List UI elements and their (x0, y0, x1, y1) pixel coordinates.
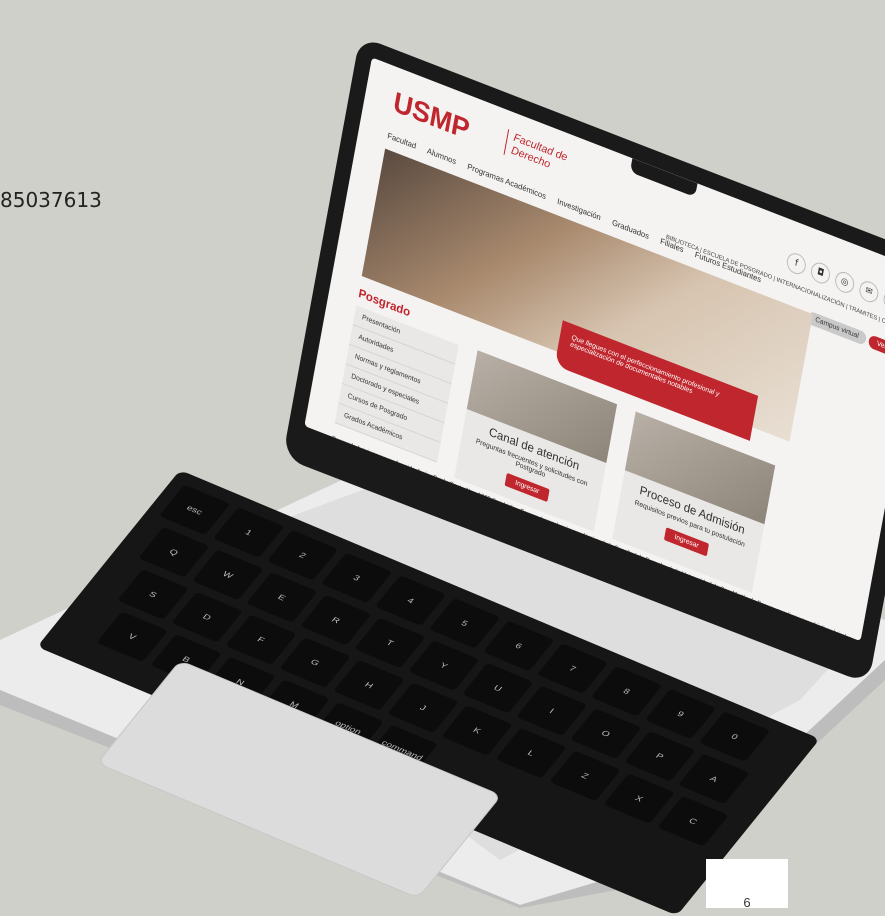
keyboard-key[interactable]: E (246, 572, 318, 623)
keyboard-key[interactable]: F (225, 614, 297, 666)
campus-virtual-button[interactable]: Campus virtual (806, 310, 868, 346)
keyboard-key[interactable]: 4 (375, 575, 447, 626)
keyboard-key[interactable]: U (462, 662, 534, 714)
keyboard-key[interactable]: D (171, 591, 243, 643)
keyboard-key[interactable]: 3 (321, 552, 393, 604)
instagram-icon[interactable]: ◎ (833, 269, 856, 296)
photo-scene: 85037613 esc 1 2 3 4 5 6 7 8 9 0 Q W E R T Y U I O P A S D F G H J K… (0, 0, 885, 916)
nav-item-alumnos[interactable]: Alumnos (426, 146, 457, 166)
keyboard-key[interactable]: 2 (267, 529, 339, 581)
keyboard-key[interactable]: I (516, 685, 588, 737)
keyboard-key[interactable]: 1 (213, 507, 285, 558)
keyboard-key[interactable]: 7 (537, 643, 609, 694)
keyboard-key[interactable]: 5 (429, 597, 501, 649)
keyboard-key[interactable]: 8 (591, 666, 663, 717)
keyboard-key[interactable]: O (570, 708, 642, 759)
keyboard-key[interactable]: S (117, 569, 189, 620)
keyboard-key[interactable]: T (354, 617, 426, 669)
keyboard-key[interactable]: K (441, 705, 513, 756)
keyboard-key[interactable]: 9 (645, 688, 717, 740)
keyboard-key[interactable]: C (657, 795, 729, 847)
keyboard-key[interactable]: L (495, 727, 567, 779)
keyboard-key[interactable]: J (387, 682, 459, 734)
keyboard-key[interactable]: P (624, 730, 696, 782)
page-number: 6 (706, 859, 788, 910)
nav-item-facultad[interactable]: Facultad (387, 131, 417, 151)
keyboard-key[interactable]: V (96, 611, 168, 662)
faculty-name: Facultad de Derecho (503, 129, 580, 183)
mail-icon[interactable]: ✉ (857, 278, 880, 306)
keyboard-key[interactable]: R (300, 594, 372, 646)
red-action-button[interactable]: Ver (868, 334, 885, 357)
facebook-icon[interactable]: f (785, 250, 808, 278)
keyboard-key[interactable]: H (333, 659, 405, 711)
keyboard-key[interactable]: W (192, 549, 264, 601)
keyboard-key[interactable]: Z (549, 750, 621, 802)
keyboard-key[interactable]: 0 (699, 711, 771, 762)
keyboard-key[interactable]: G (279, 637, 351, 688)
keyboard-key[interactable]: X (603, 773, 675, 824)
keyboard-key[interactable]: 6 (483, 620, 555, 672)
keyboard-key[interactable]: A (678, 753, 750, 805)
keyboard-key[interactable]: Y (408, 640, 480, 691)
camera-icon[interactable]: ◘ (809, 259, 832, 287)
side-menu: Presentación Autoridades Normas y reglam… (334, 305, 459, 463)
keyboard-key[interactable]: esc (159, 484, 231, 536)
keyboard-key[interactable]: Q (138, 526, 210, 578)
